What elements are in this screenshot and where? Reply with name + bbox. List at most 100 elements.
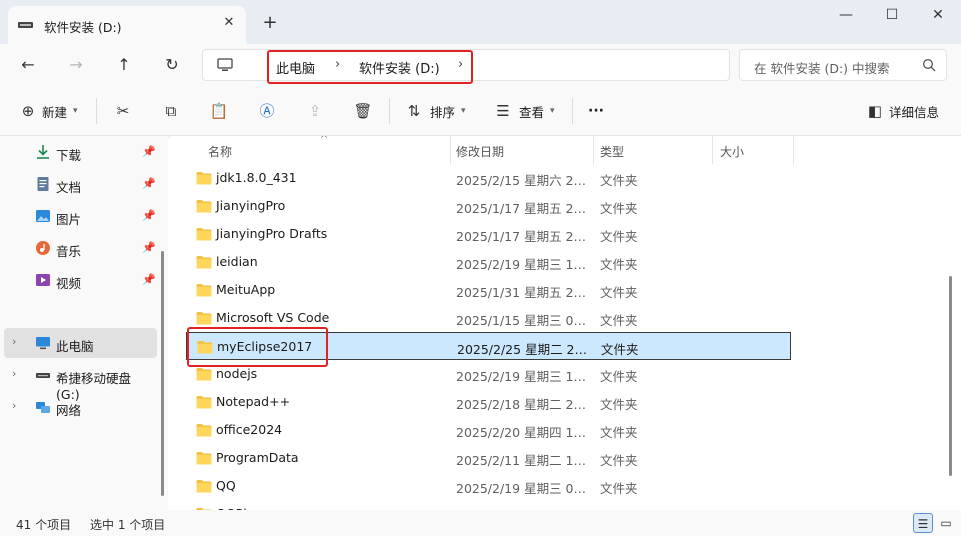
chevron-right-icon[interactable]: › <box>335 57 340 72</box>
forward-button[interactable]: → <box>62 52 90 78</box>
new-tab-button[interactable]: + <box>260 13 280 33</box>
sidebar-item-videos[interactable]: 视频 📌 <box>4 265 157 295</box>
chevron-right-icon[interactable]: › <box>12 335 16 348</box>
more-options-button[interactable]: ··· <box>588 100 604 122</box>
file-row[interactable]: JianyingPro 2025/1/17 星期五 22:… 文件夹 <box>186 192 791 220</box>
chevron-right-icon[interactable]: › <box>458 57 463 72</box>
rename-button[interactable]: Ⓐ <box>257 100 277 122</box>
details-pane-icon: ◧ <box>867 102 883 120</box>
sidebar-item-external-drive[interactable]: › 希捷移动硬盘 (G:) <box>4 360 157 402</box>
file-name: jdk1.8.0_431 <box>216 170 297 185</box>
file-type: 文件夹 <box>600 201 638 216</box>
vertical-scrollbar[interactable] <box>949 276 952 476</box>
file-row[interactable]: jdk1.8.0_431 2025/2/15 星期六 22:… 文件夹 <box>186 164 791 192</box>
clipboard-icon: 📋 <box>209 102 229 120</box>
sort-button[interactable]: ⇅ 排序 ▾ <box>404 100 466 122</box>
new-button[interactable]: ⊕ 新建 ▾ <box>18 100 78 122</box>
sidebar-item-this-pc[interactable]: › 此电脑 <box>4 328 157 358</box>
sidebar-item-label: 视频 <box>56 276 82 291</box>
file-row[interactable]: ProgramData 2025/2/11 星期二 16:… 文件夹 <box>186 444 791 472</box>
pin-icon: 📌 <box>142 273 156 286</box>
minimize-button[interactable]: — <box>823 0 869 32</box>
view-button[interactable]: ☰ 查看 ▾ <box>493 100 554 122</box>
column-divider[interactable] <box>712 136 713 164</box>
refresh-button[interactable]: ↻ <box>158 52 186 78</box>
picture-icon <box>36 210 50 222</box>
chevron-down-icon: ▾ <box>461 106 466 116</box>
file-type: 文件夹 <box>600 397 638 412</box>
folder-icon <box>196 256 212 269</box>
file-row[interactable]: leidian 2025/2/19 星期三 10:… 文件夹 <box>186 248 791 276</box>
file-row[interactable]: JianyingPro Drafts 2025/1/17 星期五 22:… 文件夹 <box>186 220 791 248</box>
sidebar-item-pictures[interactable]: 图片 📌 <box>4 201 157 231</box>
sidebar-item-music[interactable]: 音乐 📌 <box>4 233 157 263</box>
details-view-button[interactable]: ☰ <box>913 513 933 533</box>
file-name: JianyingPro Drafts <box>216 226 328 241</box>
file-modified: 2025/2/19 星期三 10:… <box>456 257 586 272</box>
file-modified: 2025/2/15 星期六 22:… <box>456 173 586 188</box>
search-placeholder: 在 软件安装 (D:) 中搜索 <box>754 61 890 76</box>
file-row[interactable]: Notepad++ 2025/2/18 星期二 23:… 文件夹 <box>186 388 791 416</box>
sidebar-item-label: 下载 <box>56 148 82 163</box>
tab-current[interactable]: 软件安装 (D:) ✕ <box>8 6 246 44</box>
sidebar-item-label: 音乐 <box>56 244 82 259</box>
breadcrumb-drive[interactable]: 软件安装 (D:) <box>359 58 440 77</box>
paste-button[interactable]: 📋 <box>209 100 229 122</box>
chevron-right-icon[interactable]: › <box>12 367 16 380</box>
column-modified[interactable]: 修改日期 <box>456 143 504 160</box>
folder-icon <box>196 452 212 465</box>
delete-button[interactable]: 🗑 <box>353 100 373 122</box>
file-type: 文件夹 <box>600 285 638 300</box>
search-input[interactable]: 在 软件安装 (D:) 中搜索 <box>739 49 947 81</box>
download-icon <box>37 145 49 159</box>
column-header: 名称 ^ 修改日期 类型 大小 <box>168 136 961 164</box>
close-button[interactable]: ✕ <box>915 0 961 32</box>
tab-close-icon[interactable]: ✕ <box>220 14 238 32</box>
copy-button[interactable]: ⧉ <box>161 100 181 122</box>
file-type: 文件夹 <box>600 257 638 272</box>
selection-count: 选中 1 个项目 <box>90 518 166 532</box>
sidebar-item-label: 网络 <box>56 403 82 418</box>
view-list-icon: ☰ <box>496 102 510 120</box>
sidebar-item-downloads[interactable]: 下载 📌 <box>4 137 157 167</box>
navigation-bar: ← → ↑ ↻ 此电脑 › 软件安装 (D:) › 在 软件安装 (D:) 中搜… <box>0 44 961 86</box>
tiles-view-button[interactable]: ▭ <box>936 513 956 533</box>
up-button[interactable]: ↑ <box>110 52 138 78</box>
breadcrumb-this-pc[interactable]: 此电脑 <box>276 58 315 77</box>
divider <box>389 98 390 124</box>
address-bar[interactable]: 此电脑 › 软件安装 (D:) › <box>202 49 730 84</box>
details-pane-button[interactable]: ◧ 详细信息 <box>865 100 939 122</box>
folder-icon <box>196 172 212 185</box>
chevron-right-icon[interactable]: › <box>12 399 16 412</box>
column-divider[interactable] <box>593 136 594 164</box>
column-divider[interactable] <box>450 136 451 164</box>
file-modified: 2025/2/25 星期二 20:… <box>457 342 587 357</box>
file-name: ProgramData <box>216 450 299 465</box>
divider <box>572 98 573 124</box>
file-type: 文件夹 <box>600 229 638 244</box>
file-row[interactable]: QQPl…2024/11/20 星期三 1…文件夹 <box>186 500 791 510</box>
file-row[interactable]: QQ 2025/2/19 星期三 0:06 文件夹 <box>186 472 791 500</box>
file-modified: 2025/1/15 星期三 0:14 <box>456 313 586 328</box>
folder-icon <box>196 284 212 297</box>
command-bar: ⊕ 新建 ▾ ✂ ⧉ 📋 Ⓐ ⇪ 🗑 ⇅ 排序 ▾ ☰ 查看 ▾ ··· ◧ 详… <box>0 86 961 136</box>
column-name[interactable]: 名称 <box>208 143 232 160</box>
sidebar-item-documents[interactable]: 文档 📌 <box>4 169 157 199</box>
maximize-button[interactable]: ☐ <box>869 0 915 32</box>
sidebar-scrollbar[interactable] <box>161 251 164 496</box>
file-type: 文件夹 <box>600 313 638 328</box>
cut-button[interactable]: ✂ <box>113 100 133 122</box>
column-divider[interactable] <box>793 136 794 164</box>
file-modified: 2025/2/19 星期三 11:… <box>456 369 586 384</box>
file-row[interactable]: office2024 2025/2/20 星期四 13:… 文件夹 <box>186 416 791 444</box>
share-button[interactable]: ⇪ <box>305 100 325 122</box>
sidebar-item-network[interactable]: › 网络 <box>4 392 157 422</box>
folder-icon <box>196 228 212 241</box>
column-type[interactable]: 类型 <box>600 143 624 160</box>
document-icon <box>37 177 49 191</box>
new-label: 新建 <box>42 104 68 120</box>
column-size[interactable]: 大小 <box>720 143 744 160</box>
file-row[interactable]: MeituApp 2025/1/31 星期五 20:… 文件夹 <box>186 276 791 304</box>
file-name: leidian <box>216 254 258 269</box>
back-button[interactable]: ← <box>14 52 42 78</box>
